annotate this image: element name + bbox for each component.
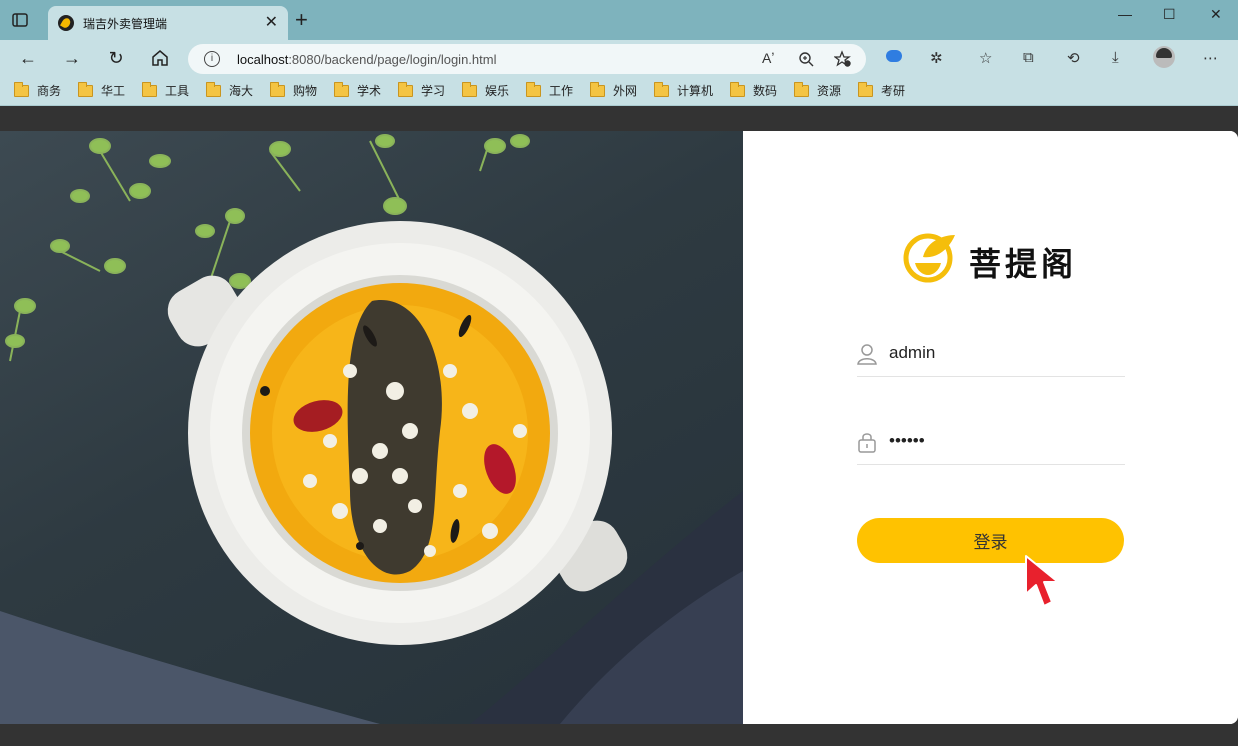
back-arrow-icon[interactable]: ←	[16, 46, 40, 70]
folder-icon	[78, 81, 93, 97]
site-favicon-icon	[58, 15, 74, 31]
folder-icon	[526, 81, 541, 97]
bookmark-folder[interactable]: 娱乐	[462, 81, 509, 99]
cloud-sync-icon[interactable]	[886, 50, 902, 62]
folder-icon	[14, 81, 29, 97]
folder-icon	[654, 81, 669, 97]
minimize-button[interactable]: —	[1118, 6, 1132, 22]
folder-icon	[858, 81, 873, 97]
logo-mark-icon	[903, 233, 955, 283]
soup-bowl-illustration	[0, 134, 743, 724]
bookmarks-bar: 商务 华工 工具 海大 购物 学术 学习 娱乐 工作 外网 计算机 数码 资源 …	[0, 76, 1238, 106]
refresh-icon[interactable]: ↻	[104, 46, 128, 70]
more-options-icon[interactable]: ⋯	[1203, 49, 1218, 67]
bookmark-folder[interactable]: 外网	[590, 81, 637, 99]
bookmark-folder[interactable]: 工具	[142, 81, 189, 99]
tab-actions-icon[interactable]	[12, 12, 28, 28]
username-field	[857, 331, 1125, 377]
brand-logo: 菩提阁	[903, 231, 1083, 287]
page-viewport: 菩提阁 登录	[0, 107, 1238, 746]
tab-title: 瑞吉外卖管理端	[83, 17, 168, 31]
address-bar[interactable]: i localhost:8080/backend/page/login/logi…	[188, 44, 866, 74]
browser-toolbar: ← → ↻ i localhost:8080/backend/page/logi…	[0, 40, 1238, 76]
password-input[interactable]	[889, 427, 1119, 455]
folder-icon	[142, 81, 157, 97]
folder-icon	[730, 81, 745, 97]
bookmark-folder[interactable]: 华工	[78, 81, 125, 99]
folder-icon	[590, 81, 605, 97]
bookmark-folder[interactable]: 考研	[858, 81, 905, 99]
bookmark-folder[interactable]: 数码	[730, 81, 777, 99]
history-icon[interactable]: ⟲	[1067, 49, 1080, 67]
folder-icon	[270, 81, 285, 97]
username-input[interactable]	[889, 339, 1119, 367]
profile-avatar[interactable]	[1153, 46, 1175, 68]
login-button[interactable]: 登录	[857, 518, 1124, 563]
maximize-button[interactable]: ☐	[1163, 6, 1176, 23]
folder-icon	[794, 81, 809, 97]
bookmark-folder[interactable]: 计算机	[654, 81, 713, 99]
bookmark-folder[interactable]: 购物	[270, 81, 317, 99]
browser-titlebar: 瑞吉外卖管理端 ✕ + — ☐ ✕	[0, 0, 1238, 40]
bookmark-folder[interactable]: 工作	[526, 81, 573, 99]
folder-icon	[398, 81, 413, 97]
new-tab-button[interactable]: +	[295, 8, 308, 32]
password-field	[857, 419, 1125, 465]
home-icon[interactable]	[150, 48, 170, 68]
bookmark-folder[interactable]: 海大	[206, 81, 253, 99]
user-icon	[857, 344, 877, 365]
browser-tab[interactable]: 瑞吉外卖管理端 ✕	[48, 6, 288, 40]
bookmark-folder[interactable]: 学习	[398, 81, 445, 99]
bookmark-folder[interactable]: 商务	[14, 81, 61, 99]
read-aloud-icon[interactable]: Aʼ	[762, 50, 774, 66]
tab-close-icon[interactable]: ✕	[265, 12, 278, 32]
login-form: 菩提阁 登录	[743, 131, 1238, 724]
close-window-button[interactable]: ✕	[1210, 6, 1222, 23]
folder-icon	[462, 81, 477, 97]
favorites-icon[interactable]: ☆	[979, 49, 992, 67]
collections-icon[interactable]: ⧉	[1023, 49, 1034, 66]
add-favorite-icon[interactable]	[834, 50, 852, 68]
address-url[interactable]: localhost:8080/backend/page/login/login.…	[237, 52, 496, 67]
bookmark-folder[interactable]: 资源	[794, 81, 841, 99]
food-photo	[0, 131, 743, 724]
zoom-icon[interactable]	[798, 51, 814, 67]
folder-icon	[334, 81, 349, 97]
downloads-icon[interactable]: ⤓	[1112, 49, 1119, 66]
forward-arrow-icon[interactable]: →	[60, 46, 84, 70]
lock-icon	[858, 433, 876, 453]
extensions-icon[interactable]: ✲	[930, 49, 943, 67]
bookmark-folder[interactable]: 学术	[334, 81, 381, 99]
folder-icon	[206, 81, 221, 97]
mouse-cursor-icon	[1025, 555, 1059, 607]
brand-name: 菩提阁	[969, 245, 1078, 283]
login-card: 菩提阁 登录	[0, 131, 1238, 724]
site-info-icon[interactable]: i	[204, 51, 220, 67]
